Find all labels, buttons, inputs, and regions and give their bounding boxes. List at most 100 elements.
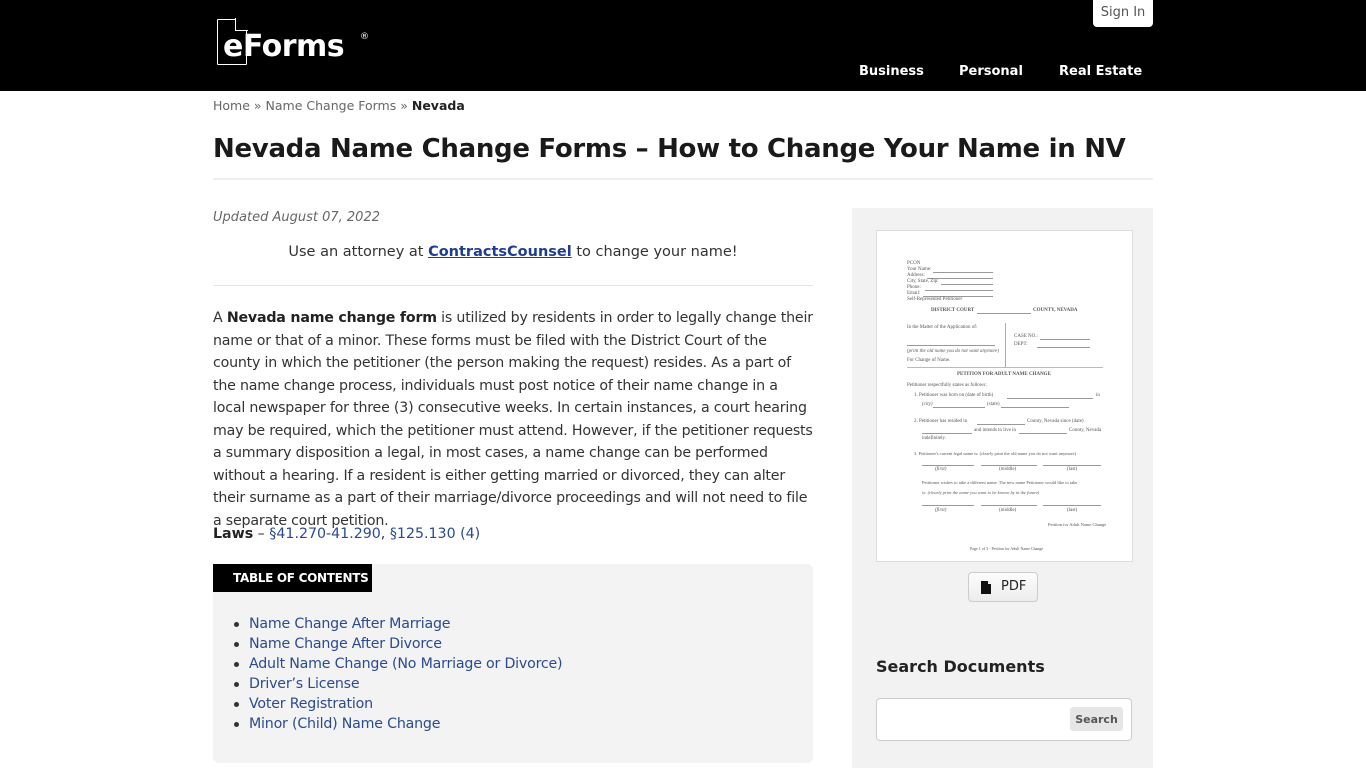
intro-prefix: A xyxy=(213,310,227,326)
toc-item-minor[interactable]: Minor (Child) Name Change xyxy=(233,714,562,734)
sidebar: PCON Your Name: Address: City, State, Zi… xyxy=(852,208,1153,768)
pdf-download-button[interactable]: PDF xyxy=(968,572,1038,602)
law-link-125-130[interactable]: §125.130 (4) xyxy=(390,526,480,542)
search-button[interactable]: Search xyxy=(1070,707,1123,731)
promo-divider xyxy=(213,285,813,286)
breadcrumb-separator: » xyxy=(400,98,408,113)
preview-text: (first) xyxy=(935,508,947,513)
preview-line xyxy=(977,313,1031,314)
preview-text: CASE NO.: xyxy=(1014,334,1038,339)
toc-item-voter-registration[interactable]: Voter Registration xyxy=(233,694,562,714)
preview-line xyxy=(933,272,993,273)
preview-line xyxy=(1001,407,1069,408)
breadcrumb: Home » Name Change Forms » Nevada xyxy=(213,98,465,113)
breadcrumb-separator: » xyxy=(253,98,262,113)
eforms-logo[interactable]: eForms ® xyxy=(216,19,376,69)
preview-text: PETITION FOR ADULT NAME CHANGE xyxy=(957,372,1051,377)
promo-suffix: to change your name! xyxy=(571,244,738,260)
preview-text: For Change of Name. xyxy=(907,358,951,363)
pdf-label: PDF xyxy=(1001,579,1027,594)
preview-line xyxy=(907,345,995,346)
toc-item-divorce[interactable]: Name Change After Divorce xyxy=(233,634,562,654)
laws-line: Laws – §41.270-41.290, §125.130 (4) xyxy=(213,526,480,542)
intro-bold: Nevada name change form xyxy=(226,310,437,326)
preview-line xyxy=(1043,465,1101,466)
preview-line xyxy=(922,433,972,434)
preview-text: (first) xyxy=(935,467,947,472)
preview-text: is: (clearly print the name you want to … xyxy=(922,490,1040,495)
preview-text: 1. Petitioner was born on (date of birth… xyxy=(914,393,994,398)
nav-business[interactable]: Business xyxy=(859,64,924,79)
preview-line xyxy=(977,424,1025,425)
preview-line xyxy=(925,290,993,291)
preview-line xyxy=(922,465,974,466)
preview-line xyxy=(1019,433,1067,434)
preview-text: Petition for Adult Name Change xyxy=(1048,522,1107,527)
preview-line xyxy=(1037,347,1090,348)
preview-divider xyxy=(1005,323,1006,367)
preview-line xyxy=(1007,398,1093,399)
preview-text: (middle) xyxy=(999,508,1017,513)
preview-line xyxy=(1043,505,1101,506)
site-header: eForms ® Sign In Business Personal Real … xyxy=(0,0,1366,91)
preview-line xyxy=(922,505,974,506)
attorney-promo: Use an attorney at ContractsCounsel to c… xyxy=(213,244,813,260)
toc-header: TABLE OF CONTENTS xyxy=(213,564,372,592)
preview-text: (last) xyxy=(1067,508,1078,513)
preview-text: 3. Petitioner's current legal name is: (… xyxy=(914,451,1077,456)
preview-text: (city) xyxy=(922,402,933,407)
preview-line xyxy=(933,407,985,408)
search-documents-heading: Search Documents xyxy=(876,657,1045,676)
toc-list: Name Change After Marriage Name Change A… xyxy=(233,614,563,734)
laws-label: Laws xyxy=(213,526,254,542)
nav-real-estate[interactable]: Real Estate xyxy=(1059,64,1142,79)
preview-text: and intends to live in xyxy=(974,428,1016,433)
preview-line xyxy=(907,367,1103,368)
preview-text: Page 1 of 3 - Petition for Adult Name Ch… xyxy=(970,546,1044,551)
preview-line xyxy=(981,465,1037,466)
preview-text: Self-Represented Petitioner xyxy=(907,297,963,302)
form-preview-thumbnail[interactable]: PCON Your Name: Address: City, State, Zi… xyxy=(876,230,1133,562)
preview-text: (state) xyxy=(987,402,1000,407)
preview-text: County, Nevada since (date) xyxy=(1027,419,1084,424)
table-of-contents: TABLE OF CONTENTS Name Change After Marr… xyxy=(213,564,813,763)
intro-text: is utilized by residents in order to leg… xyxy=(213,310,813,529)
breadcrumb-name-change-forms[interactable]: Name Change Forms xyxy=(266,98,397,113)
preview-line xyxy=(941,284,993,285)
contractscounsel-link[interactable]: ContractsCounsel xyxy=(428,244,572,260)
promo-prefix: Use an attorney at xyxy=(288,244,429,260)
preview-line xyxy=(1040,339,1090,340)
nav-personal[interactable]: Personal xyxy=(959,64,1023,79)
preview-text: 2. Petitioner has resided in xyxy=(914,419,968,424)
search-input[interactable] xyxy=(883,705,1063,735)
laws-dash: – xyxy=(253,526,270,542)
preview-text: indefinitely. xyxy=(922,436,946,441)
breadcrumb-home[interactable]: Home xyxy=(213,98,250,113)
law-link-41-270[interactable]: §41.270-41.290 xyxy=(269,526,381,542)
breadcrumb-current: Nevada xyxy=(411,98,465,113)
preview-text: Petitioner respectfully states as follow… xyxy=(907,383,987,388)
toc-item-drivers-license[interactable]: Driver’s License xyxy=(233,674,562,694)
sign-in-button[interactable]: Sign In xyxy=(1093,0,1153,27)
intro-paragraph: A Nevada name change form is utilized by… xyxy=(213,307,813,532)
preview-line xyxy=(981,505,1037,506)
preview-text: In the Matter of the Application of: xyxy=(907,325,978,330)
search-form: Search xyxy=(876,698,1132,741)
preview-text: in xyxy=(1096,393,1100,398)
preview-text: (print the old name you do not want anym… xyxy=(907,349,1000,354)
preview-text: COUNTY, NEVADA xyxy=(1033,308,1078,313)
title-divider xyxy=(213,178,1153,180)
preview-text: DEPT: xyxy=(1014,342,1028,347)
logo-text: eForms xyxy=(223,29,345,64)
preview-text: County, Nevada xyxy=(1069,428,1102,433)
registered-mark: ® xyxy=(360,32,369,42)
laws-comma: , xyxy=(380,526,390,542)
preview-text: DISTRICT COURT xyxy=(931,308,975,313)
pdf-file-icon xyxy=(981,581,991,594)
preview-text: (middle) xyxy=(999,467,1017,472)
toc-item-adult[interactable]: Adult Name Change (No Marriage or Divorc… xyxy=(233,654,563,674)
preview-text: (last) xyxy=(1067,467,1078,472)
preview-text: Petitioner wishes to take a different na… xyxy=(922,480,1078,485)
updated-date: Updated August 07, 2022 xyxy=(213,210,380,225)
toc-item-marriage[interactable]: Name Change After Marriage xyxy=(233,614,562,634)
